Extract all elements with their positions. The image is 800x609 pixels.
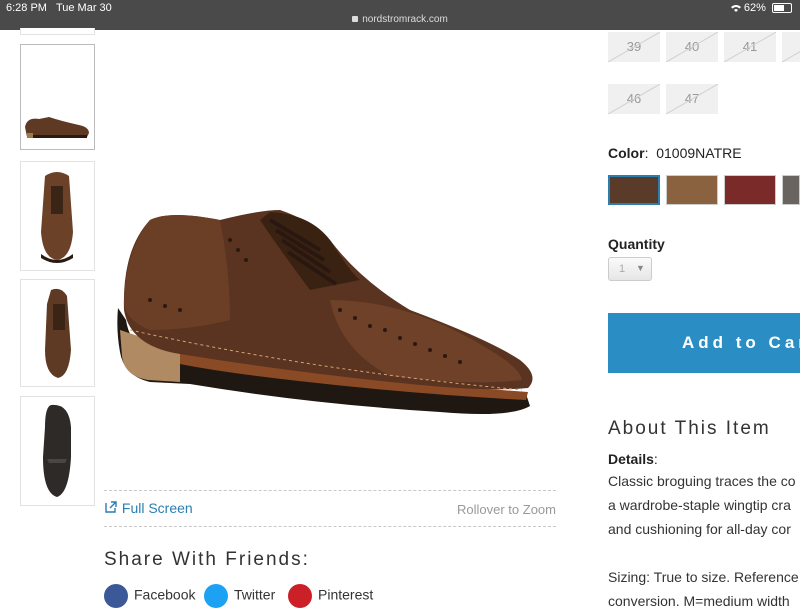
size-option[interactable]: 40 (666, 32, 718, 62)
quantity-value: 1 (619, 263, 626, 275)
share-facebook-link[interactable]: Facebook (104, 584, 195, 608)
shoe-side-thumb-image (25, 117, 89, 138)
size-option[interactable]: 41 (724, 32, 776, 62)
thumbnail-sole-view[interactable] (20, 396, 95, 506)
divider (104, 490, 556, 491)
sizing-text-line: Sizing: True to size. Reference (608, 569, 799, 585)
about-title: About This Item (608, 418, 771, 439)
add-to-cart-button[interactable]: Add to Car (608, 313, 800, 373)
sizing-text-line: conversion. M=medium width (608, 593, 790, 609)
full-screen-label: Full Screen (121, 500, 193, 516)
share-pinterest-label: Pinterest (318, 586, 374, 603)
status-date: Tue Mar 30 (55, 2, 112, 14)
size-option[interactable]: 46 (608, 84, 660, 114)
divider (104, 526, 556, 527)
details-label: Details: (608, 451, 658, 467)
color-value: 01009NATRE (656, 145, 742, 161)
rollover-to-zoom-text: Rollover to Zoom (457, 502, 556, 517)
share-facebook-label: Facebook (134, 586, 196, 603)
status-time: 6:28 PM (6, 2, 47, 14)
external-link-icon (105, 501, 117, 513)
size-option-partial[interactable] (782, 32, 800, 62)
color-swatch[interactable] (666, 175, 718, 205)
color-swatch[interactable] (724, 175, 776, 205)
lock-icon (352, 16, 359, 22)
share-pinterest-link[interactable]: Pinterest (288, 584, 373, 608)
thumbnail-side-view[interactable] (20, 44, 95, 150)
quantity-select[interactable]: 1 ▼ (608, 257, 652, 281)
battery-icon (772, 3, 792, 14)
thumbnail-top-front-view[interactable] (20, 161, 95, 271)
thumbnail-partial[interactable] (20, 28, 95, 35)
share-twitter-link[interactable]: Twitter (204, 584, 275, 608)
share-title: Share With Friends: (104, 549, 310, 570)
battery-percent: 62% (743, 2, 766, 14)
status-time-date: 6:28 PM Tue Mar 30 (6, 2, 112, 14)
shoe-sole-thumb-image (43, 404, 71, 497)
shoe-front-thumb-image (41, 172, 73, 263)
thumbnail-top-view[interactable] (20, 279, 95, 387)
main-product-image[interactable] (110, 180, 550, 450)
size-option[interactable]: 47 (666, 84, 718, 114)
color-label-text: Color (608, 145, 645, 161)
url-text: nordstromrack.com (362, 14, 448, 25)
share-twitter-label: Twitter (234, 586, 276, 603)
wifi-icon (730, 5, 741, 13)
color-swatch-selected[interactable] (608, 175, 660, 205)
address-bar[interactable]: nordstromrack.com (0, 14, 800, 25)
pinterest-icon (288, 584, 312, 608)
status-bar: 6:28 PM Tue Mar 30 nordstromrack.com 62% (0, 0, 800, 30)
color-swatch[interactable] (782, 175, 800, 205)
shoe-top-thumb-image (45, 288, 71, 378)
facebook-icon (104, 584, 128, 608)
status-right: 62% (730, 2, 792, 14)
details-text-line: Classic broguing traces the co (608, 473, 796, 489)
color-label: Color: 01009NATRE (608, 145, 742, 161)
details-text-line: and cushioning for all-day cor (608, 521, 791, 537)
size-option[interactable]: 39 (608, 32, 660, 62)
twitter-icon (204, 584, 228, 608)
details-label-text: Details (608, 451, 654, 467)
quantity-label: Quantity (608, 236, 665, 252)
chevron-down-icon: ▼ (636, 263, 645, 273)
full-screen-link[interactable]: Full Screen (104, 500, 193, 516)
details-text-line: a wardrobe-staple wingtip cra (608, 497, 791, 513)
